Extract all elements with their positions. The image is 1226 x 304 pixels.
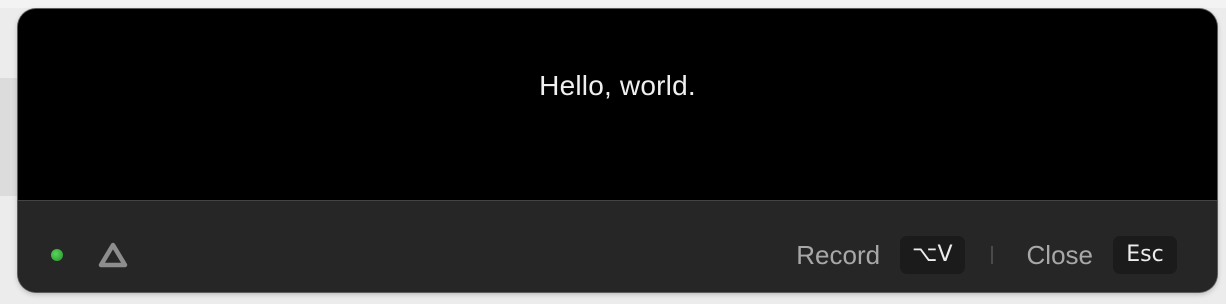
record-shortcut-key: ⌥V	[900, 236, 965, 274]
panel-footer: Record ⌥V Close Esc	[18, 200, 1217, 292]
close-button[interactable]: Close	[1027, 236, 1093, 274]
triangle-logo-icon[interactable]	[97, 241, 129, 269]
close-shortcut-key: Esc	[1113, 236, 1177, 274]
background-window-edge	[0, 0, 1226, 8]
actions-divider	[990, 246, 993, 264]
preview-panel: Hello, world. Record ⌥V Close Esc	[18, 9, 1217, 292]
record-button[interactable]: Record	[796, 236, 880, 274]
footer-actions: Record ⌥V Close Esc	[796, 236, 1177, 274]
preview-content-area: Hello, world.	[18, 9, 1217, 200]
preview-text: Hello, world.	[539, 70, 696, 101]
status-indicator	[51, 249, 63, 261]
